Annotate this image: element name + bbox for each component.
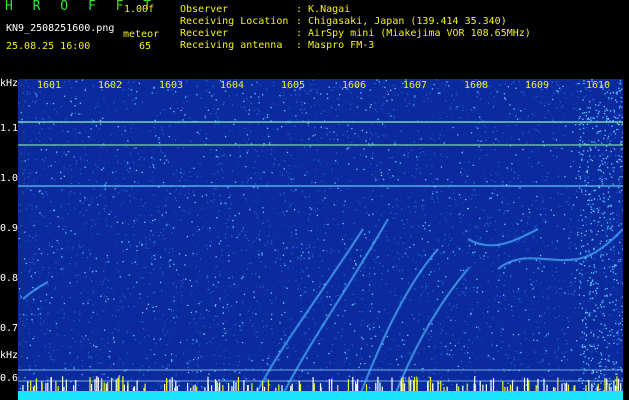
x-tick-1608: 1608 xyxy=(464,80,489,91)
y-axis: kHz 1.1 1.0 0.9 0.8 0.7 kHz 0.6 xyxy=(0,78,18,400)
location-label: Receiving Location xyxy=(180,16,289,27)
x-tick-1602: 1602 xyxy=(98,80,123,91)
receiver-label: Receiver xyxy=(180,28,229,39)
receiver-value: : AirSpy mini (Miakejima VOR 108.65MHz) xyxy=(296,28,531,39)
observer-value: : K.Nagai xyxy=(296,4,351,15)
y-tick-1.1: 1.1 xyxy=(0,123,19,134)
x-tick-1604: 1604 xyxy=(220,80,245,91)
x-tick-1609: 1609 xyxy=(525,80,550,91)
x-tick-1606: 1606 xyxy=(342,80,367,91)
x-tick-1610: 1610 xyxy=(586,80,611,91)
x-tick-1603: 1603 xyxy=(159,80,184,91)
datetime-label: 25.08.25 16:00 xyxy=(6,41,91,52)
y-unit-top: kHz xyxy=(0,78,19,89)
antenna-value: : Maspro FM-3 xyxy=(296,40,375,51)
y-tick-0.7: 0.7 xyxy=(0,323,19,334)
antenna-label: Receiving antenna xyxy=(180,40,283,51)
header-panel: H R O F F T 1.00f KN9_2508251600.png met… xyxy=(0,0,629,78)
x-tick-1601: 1601 xyxy=(37,80,62,91)
x-tick-1605: 1605 xyxy=(281,80,306,91)
y-tick-1.0: 1.0 xyxy=(0,173,19,184)
app-version: 1.00f xyxy=(124,4,155,15)
y-tick-0.6: 0.6 xyxy=(0,373,19,384)
file-name: KN9_2508251600.png xyxy=(6,23,115,34)
meteor-label: meteor xyxy=(123,29,160,40)
spectrogram xyxy=(18,79,623,400)
observer-label: Observer xyxy=(180,4,229,15)
y-tick-0.9: 0.9 xyxy=(0,223,19,234)
spectrogram-canvas xyxy=(18,79,623,400)
meteor-count: 65 xyxy=(139,41,152,52)
y-tick-0.8: 0.8 xyxy=(0,273,19,284)
x-tick-1607: 1607 xyxy=(403,80,428,91)
right-border xyxy=(623,78,629,400)
y-unit-bottom: kHz xyxy=(0,350,19,361)
location-value: : Chigasaki, Japan (139.414 35.340) xyxy=(296,16,507,27)
